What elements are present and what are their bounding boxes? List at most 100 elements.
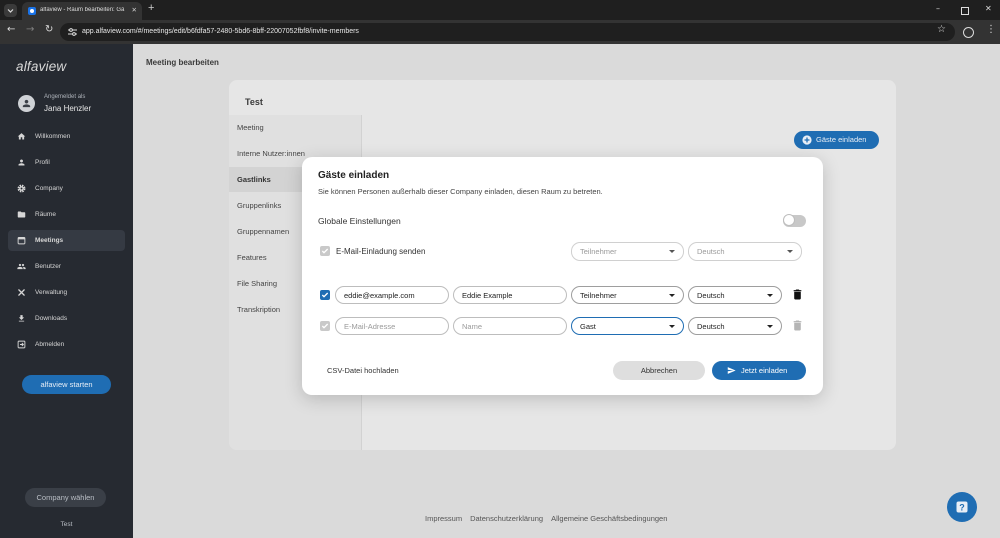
global-settings-label: Globale Einstellungen [318,216,401,226]
sidebar-item-downloads[interactable]: Downloads [8,308,125,329]
send-icon [727,367,736,374]
guest-1-email-field[interactable] [335,286,449,304]
sidebar-item-label: Downloads [35,315,68,322]
sidebar-item-label: Benutzer [35,263,62,270]
trash-icon[interactable] [793,289,802,300]
plus-circle-icon [802,135,812,145]
sidebar-item-profil[interactable]: Profil [8,152,125,173]
help-icon: ? [956,501,968,513]
window-close-button[interactable]: ✕ [985,4,992,13]
select-value: Deutsch [697,247,725,256]
sidebar-item-benutzer[interactable]: Benutzer [8,256,125,277]
invite-now-button[interactable]: Jetzt einladen [712,361,806,380]
invite-now-label: Jetzt einladen [741,366,788,375]
reload-icon[interactable]: ↻ [45,24,53,35]
home-icon [17,133,26,140]
default-language-select[interactable]: Deutsch [688,242,802,261]
sidebar-item-raeume[interactable]: Räume [8,204,125,225]
dropdown-arrow-icon [787,250,793,253]
page-title: Meeting bearbeiten [146,58,219,67]
tab-title: alfaview - Raum bearbeiten: Gä [40,7,125,13]
global-settings-toggle[interactable] [783,214,806,227]
impressum-link[interactable]: Impressum [425,514,462,523]
check-icon [321,248,329,254]
person-icon [18,159,25,166]
tab-label: Transkription [237,305,281,314]
choose-company-button[interactable]: Company wählen [25,488,106,507]
trash-icon[interactable] [793,320,802,331]
check-icon [321,292,329,298]
dropdown-arrow-icon [669,250,675,253]
alfaview-logo: alfaview [16,59,67,74]
guest-1-checkbox[interactable] [320,290,330,300]
tools-icon [18,289,25,296]
invite-guests-label: Gäste einladen [816,135,867,144]
help-button[interactable]: ? [947,492,977,522]
dropdown-arrow-icon [767,325,773,328]
csv-upload-button[interactable]: CSV-Datei hochladen [327,366,399,375]
guest-2-language-select[interactable]: Deutsch [688,317,782,335]
invite-guests-button[interactable]: Gäste einladen [794,131,879,149]
default-role-select[interactable]: Teilnehmer [571,242,684,261]
restore-button[interactable] [961,7,969,15]
terms-link[interactable]: Allgemeine Geschäftsbedingungen [551,514,667,523]
avatar[interactable] [18,95,35,112]
check-icon [321,323,329,329]
room-title: Test [245,97,263,107]
dropdown-arrow-icon [767,294,773,297]
guest-1-name-field[interactable] [453,286,567,304]
group-icon [17,263,26,270]
sidebar-item-abmelden[interactable]: Abmelden [8,334,125,355]
sidebar-item-meetings[interactable]: Meetings [8,230,125,251]
invite-guests-dialog: Gäste einladen Sie können Personen außer… [302,157,823,395]
site-info-icon[interactable] [68,28,77,36]
email-invite-checkbox[interactable] [320,246,330,256]
company-name: Test [60,521,73,528]
guest-2-role-select[interactable]: Gast [571,317,684,335]
tab-search-button[interactable] [4,4,17,17]
sidebar-item-verwaltung[interactable]: Verwaltung [8,282,125,303]
tab-close-icon[interactable]: ✕ [132,6,137,14]
sidebar-item-label: Willkommen [35,133,71,140]
user-name: Jana Henzler [44,104,92,113]
guest-1-role-select[interactable]: Teilnehmer [571,286,684,304]
svg-text:?: ? [959,503,965,513]
sidebar-item-willkommen[interactable]: Willkommen [8,126,125,147]
new-tab-button[interactable]: + [148,2,154,14]
email-invite-label: E-Mail-Einladung senden [336,247,426,256]
guest-1-language-select[interactable]: Deutsch [688,286,782,304]
calendar-icon [17,237,26,245]
tab-label: Gastlinks [237,175,271,184]
profile-icon[interactable] [963,27,974,38]
sidebar-item-label: Verwaltung [35,289,68,296]
bookmark-star-icon[interactable]: ☆ [937,24,946,35]
sidebar-item-label: Räume [35,211,56,218]
guest-2-email-field[interactable] [335,317,449,335]
guest-2-name-field[interactable] [453,317,567,335]
minimize-button[interactable]: – [936,4,940,13]
select-value: Teilnehmer [580,247,617,256]
tab-label: Features [237,253,267,262]
sidebar-item-label: Profil [35,159,50,166]
toggle-knob [783,214,795,226]
address-bar[interactable]: app.alfaview.com/#/meetings/edit/b6fdfa5… [60,23,955,41]
folder-icon [17,211,26,218]
privacy-link[interactable]: Datenschutzerklärung [470,514,543,523]
tab-label: Meeting [237,123,264,132]
browser-menu-icon[interactable]: ⋮ [986,24,996,35]
select-value: Deutsch [697,291,725,300]
guest-2-checkbox[interactable] [320,321,330,331]
browser-tab[interactable]: alfaview - Raum bearbeiten: Gä ✕ [22,2,142,20]
footer-links: Impressum Datenschutzerklärung Allgemein… [425,514,667,523]
tab-meeting[interactable]: Meeting [229,115,361,140]
back-arrow-icon[interactable]: ← [7,24,15,35]
cancel-button[interactable]: Abbrechen [613,361,705,380]
dropdown-arrow-icon [669,294,675,297]
start-alfaview-button[interactable]: alfaview starten [22,375,111,394]
chevron-down-icon [7,9,14,13]
alfaview-favicon-icon [28,7,36,15]
forward-arrow-icon[interactable]: → [26,24,34,35]
sidebar-item-label: Meetings [35,237,64,244]
logout-icon [17,340,26,349]
sidebar-item-company[interactable]: Company [8,178,125,199]
